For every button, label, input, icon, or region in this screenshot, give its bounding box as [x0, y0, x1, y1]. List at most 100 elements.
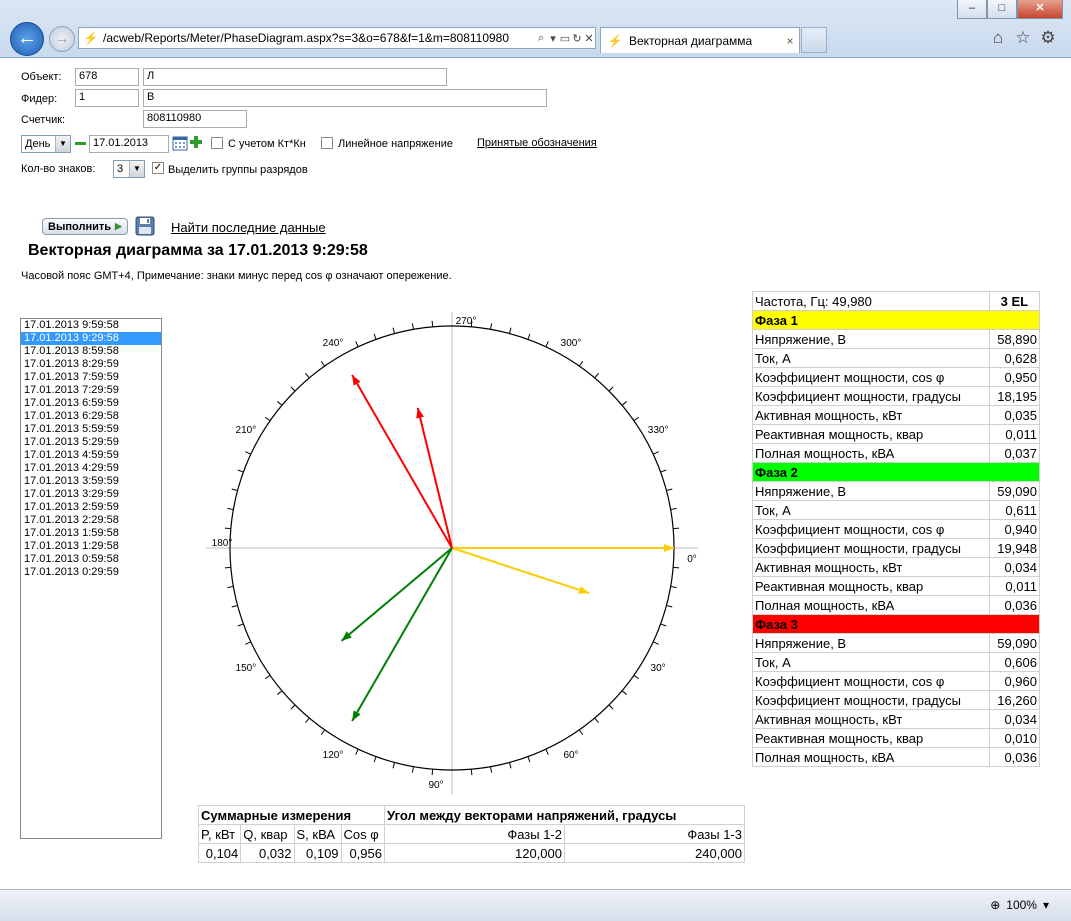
tick-mark — [608, 386, 614, 392]
address-url[interactable]: /acweb/Reports/Meter/PhaseDiagram.aspx?s… — [103, 31, 535, 45]
phase1-current-vector — [451, 547, 590, 595]
time-list-item[interactable]: 17.01.2013 4:59:59 — [21, 449, 161, 462]
ktkn-checkbox[interactable] — [211, 137, 223, 149]
gear-icon[interactable]: ⚙ — [1038, 28, 1058, 48]
search-icon[interactable]: ⌕ — [535, 32, 547, 45]
dropdown-arrow-icon[interactable]: ▾ — [547, 32, 559, 45]
digits-value: 3 — [117, 163, 124, 175]
home-icon[interactable]: ⌂ — [988, 28, 1008, 48]
phase-param-label: Коэффициент мощности, cos φ — [752, 519, 990, 539]
time-list[interactable]: 17.01.2013 9:59:58 17.01.2013 9:29:58 17.0… — [20, 318, 162, 839]
time-list-item[interactable]: 17.01.2013 8:29:59 — [21, 358, 161, 371]
date-plus-icon[interactable] — [189, 135, 203, 149]
run-button[interactable]: Выполнить ▶ — [42, 218, 128, 235]
tick-mark — [227, 586, 234, 589]
summary-val-q: 0,032 — [240, 843, 295, 863]
tick-mark — [508, 327, 512, 334]
tick-mark — [670, 586, 677, 589]
chevron-down-icon[interactable]: ▾ — [1043, 898, 1049, 912]
phase-param-value: 0,628 — [988, 348, 1041, 368]
tick-mark — [355, 748, 359, 755]
object-label: Объект: — [21, 71, 62, 83]
date-field[interactable]: 17.01.2013 — [89, 135, 169, 153]
refresh-icon[interactable]: ↻ — [571, 32, 583, 45]
favorites-star-icon[interactable]: ☆ — [1013, 28, 1033, 48]
time-list-item[interactable]: 17.01.2013 0:59:58 — [21, 553, 161, 566]
tick-mark — [245, 451, 252, 455]
phase1-current-arrowhead — [578, 586, 590, 594]
tick-mark — [660, 623, 667, 627]
tick-mark — [670, 507, 677, 510]
site-tower-icon: ⚡ — [607, 33, 623, 48]
object-name-field[interactable]: Л — [143, 68, 447, 86]
forward-button[interactable]: → — [49, 26, 75, 52]
time-list-item[interactable]: 17.01.2013 9:29:58 — [21, 332, 161, 345]
phase-param-label: Няпряжение, В — [752, 633, 990, 653]
digits-select[interactable]: 3 ▼ — [113, 160, 145, 178]
new-tab-button[interactable] — [801, 27, 827, 53]
close-window-button[interactable]: ✕ — [1017, 0, 1063, 19]
time-list-item[interactable]: 17.01.2013 7:59:59 — [21, 371, 161, 384]
tick-mark — [224, 566, 231, 569]
time-list-item[interactable]: 17.01.2013 3:59:59 — [21, 475, 161, 488]
time-list-item[interactable]: 17.01.2013 8:59:58 — [21, 345, 161, 358]
tick-mark — [673, 566, 680, 569]
phase-header: Фаза 2 — [752, 462, 1040, 482]
stop-icon[interactable]: ✕ — [583, 32, 595, 45]
time-list-item[interactable]: 17.01.2013 9:59:58 — [21, 319, 161, 332]
summary-val-cos: 0,956 — [340, 843, 386, 863]
browser-tab[interactable]: ⚡ Векторная диаграмма × — [600, 27, 800, 53]
time-list-item[interactable]: 17.01.2013 3:29:59 — [21, 488, 161, 501]
phase-param-value: 0,034 — [988, 709, 1041, 729]
meter-field[interactable]: 808110980 — [143, 110, 247, 128]
tick-mark — [264, 674, 271, 680]
time-list-item[interactable]: 17.01.2013 1:59:58 — [21, 527, 161, 540]
calendar-icon[interactable] — [172, 135, 188, 151]
phase-param-value: 0,034 — [988, 557, 1041, 577]
time-list-item[interactable]: 17.01.2013 5:59:59 — [21, 423, 161, 436]
timezone-note: Часовой пояс GMT+4, Примечание: знаки ми… — [21, 270, 452, 282]
phase-param-value: 59,090 — [988, 481, 1041, 501]
tick-mark — [621, 690, 627, 695]
tick-mark — [277, 401, 283, 406]
time-list-item[interactable]: 17.01.2013 7:29:59 — [21, 384, 161, 397]
time-list-item[interactable]: 17.01.2013 2:29:58 — [21, 514, 161, 527]
legend-link[interactable]: Принятые обозначения — [477, 137, 597, 149]
back-button[interactable]: ← — [10, 22, 44, 56]
tick-mark — [231, 488, 238, 492]
period-select[interactable]: День ▼ — [21, 135, 71, 153]
summary-val-p: 0,104 — [197, 843, 242, 863]
time-list-item[interactable]: 17.01.2013 5:29:59 — [21, 436, 161, 449]
address-bar[interactable]: ⚡ /acweb/Reports/Meter/PhaseDiagram.aspx… — [78, 27, 596, 49]
time-list-item[interactable]: 17.01.2013 6:29:58 — [21, 410, 161, 423]
zoom-control[interactable]: ⊕ 100% ▾ — [990, 898, 1049, 912]
angle-label: 210° — [236, 425, 257, 436]
maximize-button[interactable]: □ — [987, 0, 1017, 19]
object-code-field[interactable]: 678 — [75, 68, 139, 86]
tick-mark — [633, 674, 640, 680]
chevron-down-icon[interactable]: ▼ — [55, 136, 70, 152]
phase-param-label: Реактивная мощность, квар — [752, 728, 990, 748]
feeder-name-field[interactable]: В — [143, 89, 547, 107]
phase-header: Фаза 1 — [752, 310, 1040, 330]
save-icon[interactable] — [134, 215, 156, 237]
time-list-item[interactable]: 17.01.2013 6:59:59 — [21, 397, 161, 410]
zoom-icon: ⊕ — [990, 898, 1001, 912]
time-list-item[interactable]: 17.01.2013 4:29:59 — [21, 462, 161, 475]
linear-voltage-checkbox[interactable] — [321, 137, 333, 149]
tick-mark — [224, 527, 231, 530]
time-list-item[interactable]: 17.01.2013 1:29:58 — [21, 540, 161, 553]
chevron-down-icon[interactable]: ▼ — [129, 161, 144, 177]
tab-close-icon[interactable]: × — [781, 34, 799, 48]
tick-mark — [227, 507, 234, 510]
find-last-data-link[interactable]: Найти последние данные — [171, 220, 326, 235]
time-list-item[interactable]: 17.01.2013 2:59:59 — [21, 501, 161, 514]
highlight-groups-checkbox[interactable]: ✓ — [152, 162, 164, 174]
time-list-item[interactable]: 17.01.2013 0:29:59 — [21, 566, 161, 579]
minimize-button[interactable]: – — [957, 0, 987, 19]
date-minus-icon[interactable] — [75, 142, 86, 145]
feeder-code-field[interactable]: 1 — [75, 89, 139, 107]
phase2-voltage-arrowhead — [352, 710, 361, 722]
phase-table: Частота, Гц: 49,980 3 EL Фаза 1 Няпряжение,… — [752, 291, 1041, 767]
tick-mark — [264, 416, 271, 422]
